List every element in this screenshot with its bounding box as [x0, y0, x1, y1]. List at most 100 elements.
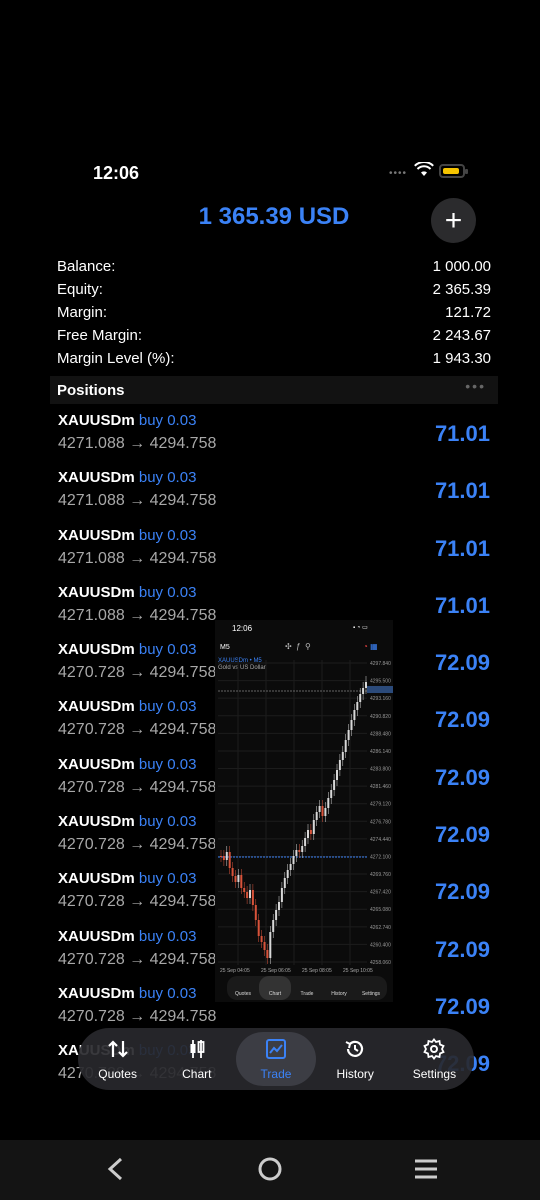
mini-y-label: 4267.420 [370, 890, 391, 896]
position-prices: 4270.728 → 4294.758 [58, 721, 217, 739]
mini-candle [228, 852, 231, 868]
mini-candle [231, 868, 234, 876]
mini-candle [327, 798, 330, 808]
mini-candle [318, 806, 321, 812]
mini-candle [333, 780, 336, 790]
tab-label: Settings [412, 1066, 457, 1081]
mini-candle [246, 892, 249, 898]
chart-preview-overlay: 12:06 ▪ ◔ ▭ ✣ ƒ ⚲ M5 ◔ ▦ XAUUSDm • M5 Go… [215, 620, 393, 1002]
summary-label: Margin Level (%): [57, 350, 175, 367]
mini-tab-trade: Trade [300, 991, 314, 997]
mini-y-label: 4288.480 [370, 731, 391, 737]
mini-candle [362, 688, 365, 694]
mini-candle [234, 876, 237, 882]
battery-icon [439, 164, 468, 178]
status-bar: 12:06 •••• [0, 160, 540, 188]
wifi-icon [414, 161, 434, 183]
position-prices: 4270.728 → 4294.758 [58, 664, 217, 682]
mini-candle [298, 850, 301, 852]
position-profit: 72.09 [434, 650, 490, 676]
mini-candle [269, 932, 272, 958]
mini-candle [283, 878, 286, 888]
mini-candle [240, 875, 243, 888]
mini-candle [312, 820, 315, 834]
position-prices: 4271.088 → 4294.758 [58, 492, 217, 510]
account-summary: Balance: 1 000.00 Equity: 2 365.39 Margin:… [57, 258, 491, 373]
mini-candle [280, 888, 283, 902]
tab-trade[interactable]: Trade [236, 1032, 316, 1086]
trade-chart-icon [265, 1038, 287, 1067]
position-profit: 71.01 [434, 592, 490, 618]
arrows-updown-icon [107, 1038, 129, 1067]
position-row[interactable]: XAUUSDm buy 0.03 4271.088 → 4294.758 71.… [0, 523, 540, 580]
summary-value: 2 365.39 [432, 281, 491, 298]
position-prices: 4271.088 → 4294.758 [58, 435, 217, 452]
add-order-button[interactable]: + [431, 198, 476, 243]
mini-x-label: 25 Sep 08:05 [302, 968, 332, 974]
mini-candle [243, 888, 246, 892]
symbol-text: XAUUSDm [58, 412, 135, 429]
back-icon[interactable] [104, 1156, 126, 1187]
history-icon [344, 1038, 366, 1067]
home-icon[interactable] [257, 1156, 283, 1187]
mini-x-label: 25 Sep 06:05 [261, 968, 291, 974]
mini-candle [249, 890, 251, 898]
position-side: buy 0.03 [138, 698, 197, 716]
position-side: buy 0.03 [138, 641, 197, 659]
mini-candle [272, 920, 275, 932]
mini-candle [225, 852, 228, 860]
mini-candle [356, 702, 359, 710]
symbol-text: XAUUSDm [58, 984, 135, 1002]
mini-x-label: 25 Sep 04:05 [220, 968, 250, 974]
mini-candle [251, 890, 254, 905]
symbol-text: XAUUSDm [58, 755, 135, 773]
mini-candle [260, 936, 263, 942]
mini-y-label: 4286.140 [370, 749, 391, 755]
summary-row: Free Margin: 2 243.67 [57, 327, 491, 350]
bottom-tabbar: Quotes Chart Trade History Settings [78, 1028, 474, 1090]
position-side: buy 0.03 [138, 583, 197, 601]
mini-y-label: 4274.440 [370, 837, 391, 843]
symbol-text: XAUUSDm [58, 698, 135, 716]
mini-candle [350, 720, 353, 730]
position-row[interactable]: XAUUSDm buy 0.03 4271.088 → 4294.758 71.… [0, 408, 540, 465]
mini-candle [257, 920, 260, 936]
mini-candle [353, 710, 356, 720]
tab-history[interactable]: History [316, 1028, 395, 1090]
tab-settings[interactable]: Settings [395, 1028, 474, 1090]
position-side: buy 0.03 [138, 927, 197, 945]
status-dots: •••• [389, 168, 408, 179]
summary-label: Margin: [57, 304, 108, 321]
position-prices: 4270.728 → 4294.758 [58, 1007, 217, 1025]
more-icon[interactable]: ••• [465, 378, 486, 394]
mini-candle [359, 694, 362, 702]
position-row[interactable]: XAUUSDm buy 0.03 4271.088 → 4294.758 71.… [0, 465, 540, 522]
position-symbol: XAUUSDm buy 0.03 [58, 698, 196, 715]
mini-candle [275, 910, 278, 920]
summary-row: Balance: 1 000.00 [57, 258, 491, 281]
mini-candle [263, 942, 266, 950]
summary-value: 1 000.00 [432, 258, 491, 275]
position-profit: 71.01 [434, 535, 490, 561]
position-symbol: XAUUSDm buy 0.03 [58, 813, 196, 830]
position-symbol: XAUUSDm buy 0.03 [58, 870, 196, 887]
tab-label: Quotes [98, 1066, 137, 1081]
tab-quotes[interactable]: Quotes [78, 1028, 157, 1090]
symbol-text: XAUUSDm [58, 870, 135, 888]
mini-tab-settings: Settings [361, 991, 381, 997]
position-symbol: XAUUSDm buy 0.03 [58, 985, 196, 1002]
position-profit: 71.01 [434, 478, 490, 504]
plus-icon: + [444, 203, 463, 237]
mini-candle [301, 846, 304, 852]
mini-candle [266, 950, 269, 958]
position-symbol: XAUUSDm buy 0.03 [58, 527, 196, 544]
tab-chart[interactable]: Chart [157, 1028, 236, 1090]
summary-label: Equity: [57, 281, 103, 298]
recents-icon[interactable] [413, 1156, 439, 1187]
position-symbol: XAUUSDm buy 0.03 [58, 469, 196, 486]
mini-candle [347, 730, 350, 740]
position-symbol: XAUUSDm buy 0.03 [58, 412, 196, 429]
symbol-text: XAUUSDm [58, 813, 135, 831]
tab-label: History [336, 1066, 374, 1081]
mini-y-label: 4283.800 [370, 767, 391, 773]
